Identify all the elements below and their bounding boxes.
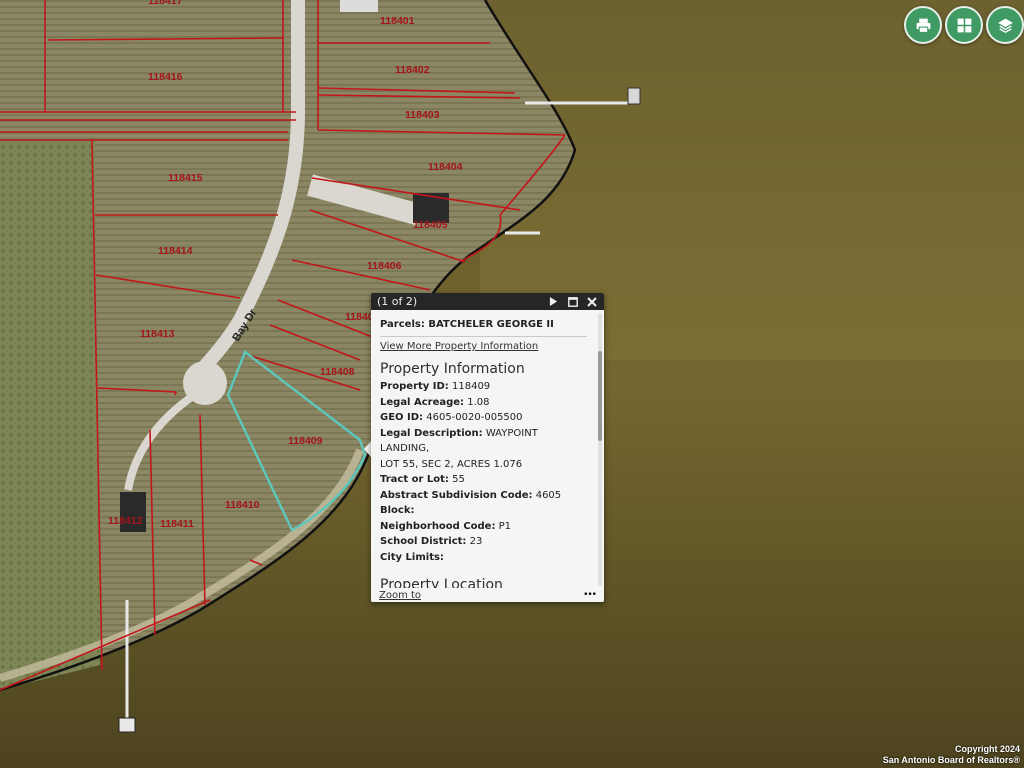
field-value: LOT 55, SEC 2, ACRES 1.076 (380, 458, 523, 470)
parcel-label: 118403 (405, 109, 440, 121)
field-label: Neighborhood Code: (380, 520, 496, 532)
parcel-label: 118412 (108, 515, 143, 527)
parcel-label: 118406 (367, 260, 402, 272)
field-label: Legal Description: (380, 427, 483, 439)
parcel-label: 118405 (413, 219, 448, 231)
field-label: Legal Acreage: (380, 396, 465, 408)
printer-icon (916, 18, 930, 33)
field-value: 23 (469, 536, 483, 547)
field-label: City Limits: (380, 551, 444, 563)
parcel-label: 118411 (160, 518, 194, 530)
field-row: LOT 55, SEC 2, ACRES 1.076 (380, 457, 587, 473)
field-row: Legal Description: WAYPOINT LANDING, (380, 426, 587, 457)
land-vegetation (0, 140, 100, 690)
field-row: Legal Acreage: 1.08 (380, 395, 587, 411)
property-fields: Property ID: 118409 Legal Acreage: 1.08 GE… (380, 379, 587, 565)
popup-header: (1 of 2) (371, 293, 604, 310)
field-label: School District: (380, 536, 467, 547)
parcel-label: 118409 (288, 435, 323, 447)
layers-button[interactable] (986, 6, 1024, 44)
field-row: Property ID: 118409 (380, 379, 587, 395)
field-value: 118409 (452, 381, 491, 392)
view-more-link[interactable]: View More Property Information (380, 341, 587, 352)
zoom-to-link[interactable]: Zoom to (379, 590, 421, 601)
parcel-label: 118402 (395, 64, 430, 76)
parcel-label: 118401 (380, 15, 415, 27)
field-label: GEO ID: (380, 412, 424, 423)
print-button[interactable] (904, 6, 942, 44)
copyright: Copyright 2024 San Antonio Board of Real… (883, 744, 1020, 766)
parcel-label: 118413 (140, 328, 175, 340)
field-label: Block: (380, 505, 415, 516)
parcel-label: 118415 (168, 172, 203, 184)
next-feature-button[interactable] (547, 295, 560, 308)
field-value: 4605 (535, 489, 562, 501)
more-options-button[interactable]: ••• (583, 590, 597, 600)
field-value: 55 (452, 474, 465, 485)
parcel-label: 118417 (148, 0, 183, 7)
basemap-gallery-button[interactable] (945, 6, 983, 44)
field-row: Neighborhood Code: P1 (380, 519, 587, 535)
feature-count: (1 of 2) (377, 295, 418, 308)
parcel-label: 118416 (148, 71, 183, 83)
parcels-value: BATCHELER GEORGE II (428, 319, 554, 330)
popup-scrollbar[interactable] (598, 313, 602, 586)
parcel-label: 118414 (158, 245, 193, 257)
field-value: P1 (498, 520, 512, 532)
popup-body[interactable]: Parcels: BATCHELER GEORGE II View More P… (371, 310, 596, 588)
basemap-gallery-icon (957, 18, 971, 32)
field-label: Abstract Subdivision Code: (380, 489, 533, 501)
copyright-line2: San Antonio Board of Realtors® (882, 755, 1020, 765)
scroll-thumb[interactable] (598, 351, 602, 441)
field-value: 4605-0020-005500 (426, 412, 523, 423)
field-row: City Limits: (380, 550, 587, 566)
parcel-label: 118408 (320, 366, 355, 378)
divider (380, 336, 587, 337)
house-3 (340, 0, 378, 12)
info-popup: (1 of 2) Parcels: BATCHELER GEORGE II Vi… (371, 293, 604, 602)
maximize-button[interactable] (566, 295, 579, 308)
field-row: School District: 23 (380, 534, 587, 550)
parcels-label: Parcels: (380, 319, 425, 330)
close-button[interactable] (585, 295, 598, 308)
dock-south-end (118, 717, 136, 733)
field-value: 1.08 (467, 396, 490, 408)
copyright-line1: Copyright 2024 (954, 744, 1020, 754)
field-row: Abstract Subdivision Code: 4605 (380, 488, 587, 504)
field-row: GEO ID: 4605-0020-005500 (380, 410, 587, 426)
section-property-location: Property Location (380, 577, 503, 588)
play-icon (549, 297, 558, 306)
field-row: Tract or Lot: 55 (380, 472, 587, 488)
maximize-icon (567, 296, 578, 307)
section-property-information: Property Information (380, 361, 525, 377)
dock-north-end (627, 87, 641, 105)
close-icon (586, 296, 597, 307)
field-label: Tract or Lot: (380, 474, 449, 485)
layers-icon (997, 18, 1013, 33)
field-row: Block: (380, 503, 587, 519)
field-label: Property ID: (380, 381, 449, 392)
popup-footer: Zoom to ••• (371, 588, 604, 602)
parcels-title: Parcels: BATCHELER GEORGE II (380, 319, 587, 330)
parcel-label: 118410 (225, 499, 260, 511)
parcel-label: 118404 (428, 161, 463, 173)
